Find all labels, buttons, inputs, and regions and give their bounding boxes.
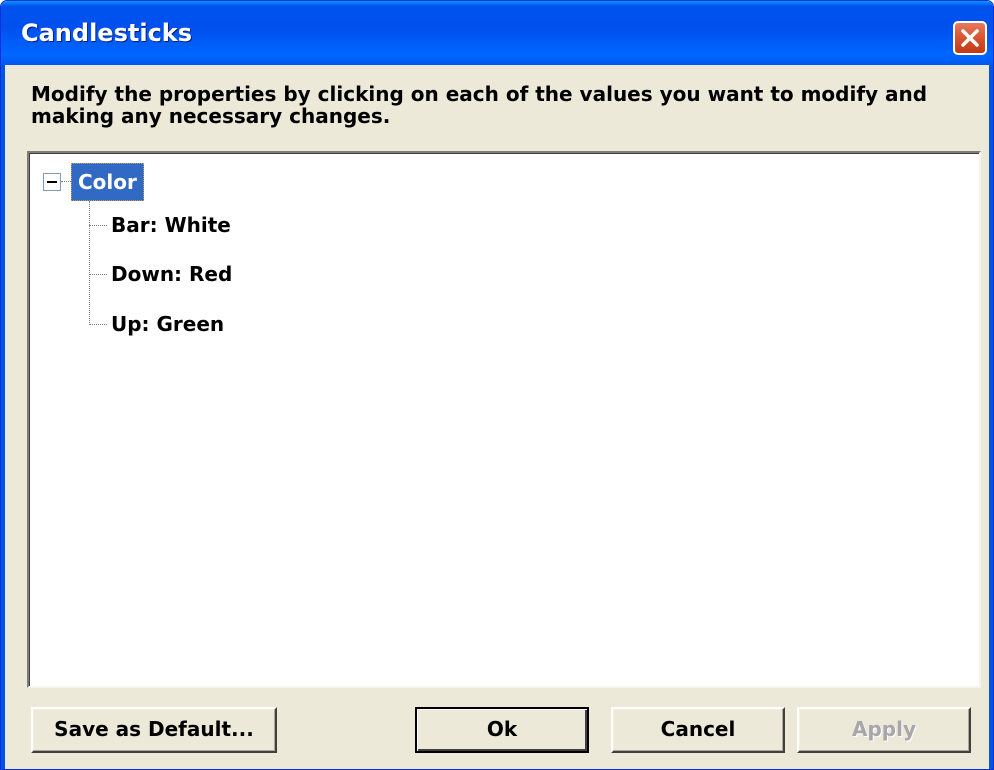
close-icon (961, 29, 979, 47)
tree-connector (89, 201, 90, 325)
collapse-toggle-icon[interactable] (43, 173, 61, 191)
close-button[interactable] (953, 21, 987, 55)
tree-node-down[interactable]: Down: Red (111, 256, 232, 292)
tree-connector (89, 225, 107, 226)
tree-connector (61, 181, 71, 182)
save-as-default-button[interactable]: Save as Default... (31, 707, 277, 753)
window-border-right (989, 65, 993, 769)
candlesticks-dialog: Candlesticks Modify the properties by cl… (0, 0, 994, 770)
window-border-left (1, 65, 5, 769)
title-bar[interactable]: Candlesticks (1, 1, 993, 65)
properties-tree[interactable]: Color Bar: White Down: Red Up: Green (27, 151, 981, 688)
tree-node-color[interactable]: Color (71, 163, 144, 201)
cancel-button[interactable]: Cancel (611, 707, 785, 753)
tree-node-bar[interactable]: Bar: White (111, 207, 231, 243)
tree-connector (89, 274, 107, 275)
tree-node-up[interactable]: Up: Green (111, 306, 224, 342)
ok-button[interactable]: Ok (415, 707, 589, 753)
window-title: Candlesticks (21, 19, 193, 47)
instruction-text: Modify the properties by clicking on eac… (31, 82, 928, 128)
apply-button[interactable]: Apply (797, 707, 971, 753)
tree-connector (89, 324, 107, 325)
